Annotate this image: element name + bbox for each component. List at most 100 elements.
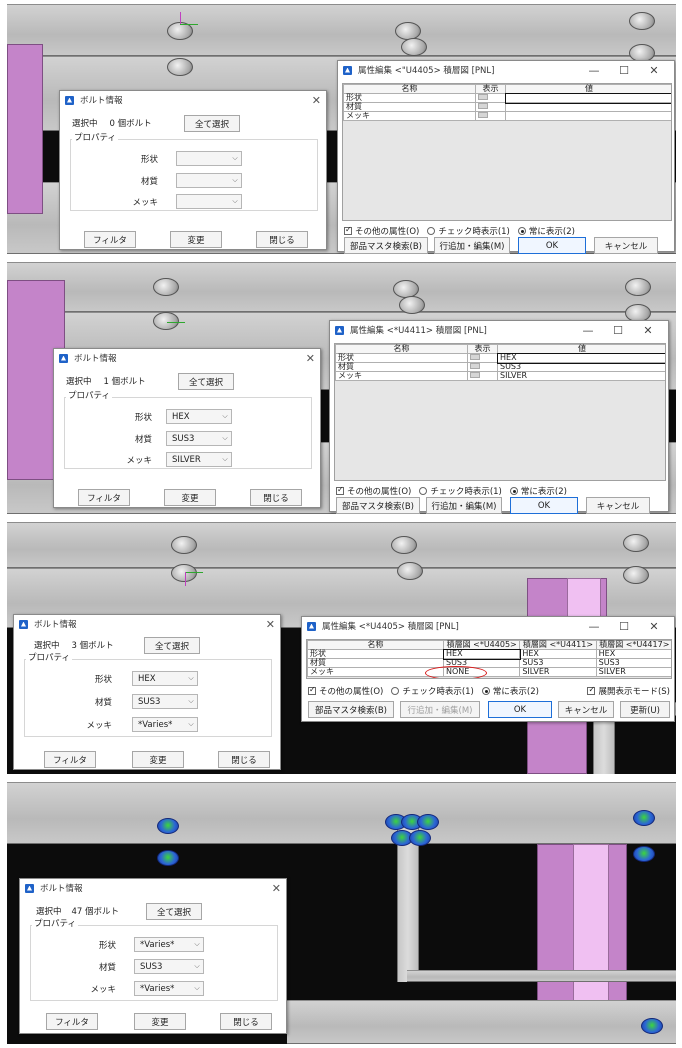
close-button[interactable]: 閉じる	[256, 231, 308, 248]
select-all-button[interactable]: 全て選択	[178, 373, 234, 390]
ok-button[interactable]: OK	[510, 497, 578, 514]
bolt-head-icon	[401, 38, 427, 56]
bolt-head-icon	[623, 566, 649, 584]
close-icon[interactable]: ✕	[272, 883, 281, 894]
shape-select[interactable]: *Varies* ⌵	[134, 937, 204, 952]
expand-mode-checkbox[interactable]	[587, 685, 596, 695]
plating-select[interactable]: ⌵	[176, 194, 242, 209]
radio-on-check[interactable]	[391, 687, 400, 695]
attribute-value-cell[interactable]	[505, 102, 671, 112]
maximize-icon[interactable]: ☐	[609, 65, 639, 76]
shape-select[interactable]: HEX ⌵	[166, 409, 232, 424]
attribute-table: 名称 表示値 形状 材質 メッキ	[343, 84, 671, 121]
other-attrs-checkbox[interactable]	[308, 685, 316, 695]
plating-select[interactable]: *Varies* ⌵	[134, 981, 204, 996]
close-button[interactable]: 閉じる	[250, 489, 302, 506]
dialog-titlebar: ボルト情報 ✕	[54, 349, 320, 367]
change-button[interactable]: 変更	[134, 1013, 186, 1030]
app-icon	[59, 353, 68, 363]
maximize-icon[interactable]: ☐	[609, 621, 639, 632]
display-toggle[interactable]	[470, 354, 480, 360]
properties-group-label: プロパティ	[26, 651, 72, 663]
select-all-button[interactable]: 全て選択	[144, 637, 200, 654]
ok-button[interactable]: OK	[518, 237, 586, 254]
radio-on-check[interactable]	[427, 227, 436, 235]
close-icon[interactable]: ✕	[639, 65, 669, 76]
other-attrs-checkbox[interactable]	[344, 225, 352, 235]
display-toggle[interactable]	[478, 112, 488, 118]
cancel-button[interactable]: キャンセル	[586, 497, 650, 514]
filter-button[interactable]: フィルタ	[84, 231, 136, 248]
filter-button[interactable]: フィルタ	[44, 751, 96, 768]
display-toggle[interactable]	[470, 372, 480, 378]
material-select[interactable]: SUS3 ⌵	[132, 694, 198, 709]
add-edit-rows-button[interactable]: 行追加・編集(M)	[426, 497, 502, 514]
chevron-down-icon: ⌵	[188, 674, 194, 682]
bolt-info-dialog: ボルト情報 ✕ 選択中 0 個ボルト 全て選択 プロパティ 形状 ⌵ 材質 ⌵ …	[59, 90, 327, 250]
dialog-titlebar: ボルト情報 ✕	[14, 615, 280, 633]
radio-always-label: 常に表示(2)	[520, 487, 567, 497]
close-icon[interactable]: ✕	[266, 619, 275, 630]
attribute-value-cell[interactable]: SILVER	[497, 371, 665, 381]
close-button[interactable]: 閉じる	[220, 1013, 272, 1030]
selected-bolt-icon	[633, 846, 655, 862]
minimize-icon[interactable]: —	[579, 621, 609, 632]
display-toggle[interactable]	[470, 363, 480, 369]
close-icon[interactable]: ✕	[639, 621, 669, 632]
close-button[interactable]: 閉じる	[218, 751, 270, 768]
parts-master-search-button[interactable]: 部品マスタ検索(B)	[344, 237, 428, 254]
radio-always[interactable]	[509, 487, 518, 495]
cancel-button[interactable]: キャンセル	[594, 237, 658, 254]
material-select[interactable]: SUS3 ⌵	[166, 431, 232, 446]
cancel-button[interactable]: キャンセル	[558, 701, 614, 718]
other-attrs-label: その他の属性(O)	[319, 687, 384, 697]
add-edit-rows-button[interactable]: 行追加・編集(M)	[434, 237, 510, 254]
radio-always[interactable]	[517, 227, 526, 235]
column-header-display: 表示	[475, 84, 506, 94]
shape-select[interactable]: HEX ⌵	[132, 671, 198, 686]
add-edit-rows-button[interactable]: 行追加・編集(M)	[400, 701, 480, 718]
attribute-value-cell[interactable]	[504, 92, 671, 104]
other-attrs-checkbox[interactable]	[336, 485, 344, 495]
attribute-grid: 名称 積層図 <*U4405> 積層図 <*U4411> 積層図 <*U4417…	[306, 639, 672, 679]
chevron-down-icon: ⌵	[188, 720, 194, 728]
minimize-icon[interactable]: —	[573, 325, 603, 336]
material-select[interactable]: SUS3 ⌵	[134, 959, 204, 974]
material-select[interactable]: ⌵	[176, 173, 242, 188]
attribute-value-cell[interactable]	[505, 111, 671, 121]
radio-always[interactable]	[481, 687, 490, 695]
attribute-value-cell[interactable]: HEX	[496, 352, 665, 364]
attribute-grid: 名称 表示値 形状 HEX 材質 SUS3 メッキ SILVER	[334, 343, 666, 481]
close-icon[interactable]: ✕	[312, 95, 321, 106]
display-toggle[interactable]	[478, 103, 488, 109]
parts-master-search-button[interactable]: 部品マスタ検索(B)	[308, 701, 394, 718]
display-toggle[interactable]	[478, 94, 488, 100]
select-all-button[interactable]: 全て選択	[184, 115, 240, 132]
change-button[interactable]: 変更	[132, 751, 184, 768]
plating-select[interactable]: *Varies* ⌵	[132, 717, 198, 732]
filter-button[interactable]: フィルタ	[46, 1013, 98, 1030]
attribute-value-cell[interactable]: SILVER	[519, 667, 597, 677]
attribute-edit-dialog: 属性編集 <"U4405> 積層図 [PNL] — ☐ ✕ 名称 表示値 形状 材…	[337, 60, 675, 254]
plating-select[interactable]: SILVER ⌵	[166, 452, 232, 467]
update-button[interactable]: 更新(U)	[620, 701, 670, 718]
change-button[interactable]: 変更	[164, 489, 216, 506]
dialog-title: 属性編集 <*U4411> 積層図 [PNL]	[350, 326, 487, 336]
chevron-down-icon: ⌵	[194, 962, 200, 970]
shape-select[interactable]: ⌵	[176, 151, 242, 166]
change-button[interactable]: 変更	[170, 231, 222, 248]
selected-bolt-icon	[633, 810, 655, 826]
close-icon[interactable]: ✕	[306, 353, 315, 364]
maximize-icon[interactable]: ☐	[603, 325, 633, 336]
minimize-icon[interactable]: —	[579, 65, 609, 76]
select-all-button[interactable]: 全て選択	[146, 903, 202, 920]
ok-button[interactable]: OK	[488, 701, 552, 718]
filter-button[interactable]: フィルタ	[78, 489, 130, 506]
screenshot-panel-1: ボルト情報 ✕ 選択中 0 個ボルト 全て選択 プロパティ 形状 ⌵ 材質 ⌵ …	[7, 4, 676, 254]
close-icon[interactable]: ✕	[633, 325, 663, 336]
parts-master-search-button[interactable]: 部品マスタ検索(B)	[336, 497, 420, 514]
attribute-value-cell[interactable]: SILVER	[595, 667, 671, 677]
radio-on-check[interactable]	[419, 487, 428, 495]
dialog-titlebar: 属性編集 <"U4405> 積層図 [PNL] — ☐ ✕	[338, 61, 674, 79]
axis-x-marker	[185, 572, 203, 573]
